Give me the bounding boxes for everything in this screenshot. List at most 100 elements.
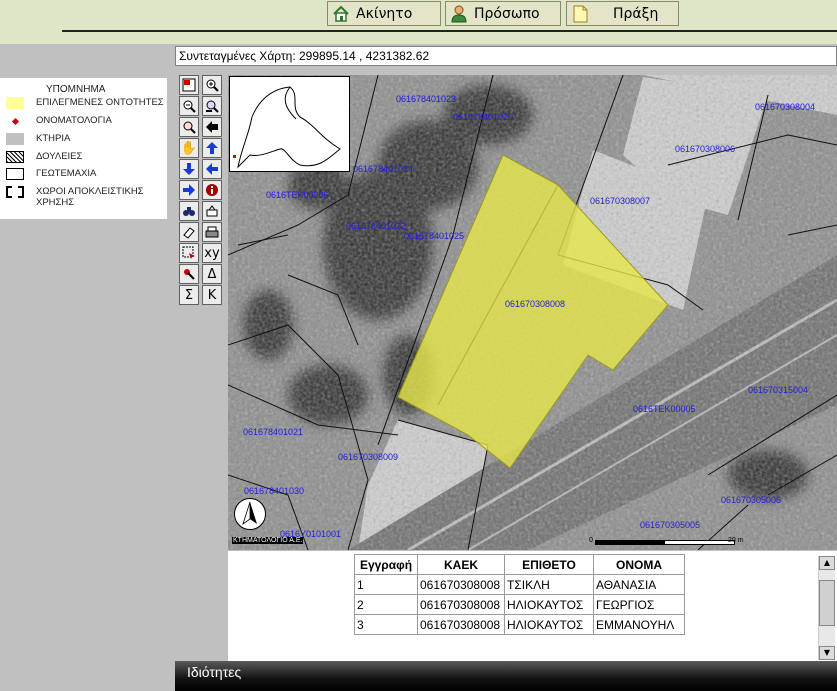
table-cell: ΗΛΙΟΚΑΥΤΟΣ [504,594,594,615]
scroll-up-icon[interactable]: ▲ [819,556,835,570]
table-cell: ΓΕΩΡΓΙΟΣ [593,594,685,615]
binoculars-icon[interactable] [179,201,199,221]
parcel-label[interactable]: 061670305005 [640,520,700,530]
properties-title: Ιδιότητες [187,664,242,680]
parcel-label[interactable]: 061678401022 [346,221,406,231]
map-coordinates-readout: Συντεταγμένες Χάρτη: 299895.14 , 4231382… [175,46,837,66]
table-header-row: Εγγραφή ΚΑΕΚ ΕΠΙΘΕΤΟ ΟΝΟΜΑ [354,554,685,575]
table-scrollbar[interactable]: ▲ ▼ [818,556,835,660]
table-row[interactable]: 2 061670308008 ΗΛΙΟΚΑΥΤΟΣ ΓΕΩΡΓΙΟΣ [354,594,685,615]
selected-swatch-icon [6,97,24,109]
table-row[interactable]: 1 061670308008 ΤΣΙΚΛΗ ΑΘΑΝΑΣΙΑ [354,574,685,595]
column-header: ΚΑΕΚ [417,554,505,575]
zoom-in-icon[interactable] [202,75,222,95]
legend-item-exclusive-use: ΧΩΡΟΙ ΑΠΟΚΛΕΙΣΤΙΚΗΣ ΧΡΗΣΗΣ [6,186,156,208]
pan-down-icon[interactable] [179,159,199,179]
parcel-label[interactable]: 0616ΤΕΚ00005 [633,404,696,414]
properties-bar[interactable]: Ιδιότητες [175,661,837,691]
sum-button[interactable]: Σ [179,285,199,305]
print-icon[interactable] [202,222,222,242]
legend-item-parcels: ΓΕΩΤΕΜΑΧΙΑ [6,168,96,180]
table-cell: 061670308008 [417,594,505,615]
scroll-down-icon[interactable]: ▼ [819,646,835,660]
property-button-label: Ακίνητο [356,5,413,22]
scale-bar [595,540,735,545]
hatch-swatch-icon [6,151,24,163]
table-cell: ΕΜΜΑΝΟΥΗΛ [593,614,685,635]
legend-item-buildings: ΚΤΗΡΙΑ [6,133,70,145]
building-swatch-icon [6,133,24,145]
dashed-swatch-icon [6,186,24,198]
column-header: ΟΝΟΜΑ [593,554,685,575]
column-header: ΕΠΙΘΕΤΟ [504,554,594,575]
zoom-extent-icon[interactable] [202,96,222,116]
table-cell: ΤΣΙΚΛΗ [504,574,594,595]
results-panel: Εγγραφή ΚΑΕΚ ΕΠΙΘΕΤΟ ΟΝΟΜΑ 1 06167030800… [228,551,837,661]
map-legend: ΥΠΟΜΝΗΜΑ ΕΠΙΛΕΓΜΕΝΕΣ ΟΝΤΟΤΗΤΕΣ ΟΝΟΜΑΤΟΛΟ… [0,78,167,219]
table-cell: 2 [354,594,418,615]
xy-coordinates-button[interactable]: xy [202,243,222,263]
person-button-label: Πρόσωπο [474,5,540,22]
parcel-label[interactable]: 061670308009 [338,452,398,462]
parcel-label[interactable]: 061678401025 [404,231,464,241]
legend-label: ΧΩΡΟΙ ΑΠΟΚΛΕΙΣΤΙΚΗΣ ΧΡΗΣΗΣ [36,186,144,208]
pan-up-icon[interactable] [202,138,222,158]
parcel-label[interactable]: 061678401023 [396,94,456,104]
legend-label: ΟΝΟΜΑΤΟΛΟΓΙΑ [36,115,112,126]
pan-right-icon[interactable] [179,180,199,200]
scroll-thumb[interactable] [819,580,835,626]
back-icon[interactable] [202,117,222,137]
parcel-label[interactable]: 0616ΤΕΚ00206 [266,190,329,200]
select-area-icon[interactable] [179,243,199,263]
person-icon [451,5,467,22]
table-cell: ΗΛΙΟΚΑΥΤΟΣ [504,614,594,635]
legend-item-selected: ΕΠΙΛΕΓΜΕΝΕΣ ΟΝΤΟΤΗΤΕΣ [6,97,164,109]
parcel-label[interactable]: 061670308006 [675,144,735,154]
legend-title: ΥΠΟΜΝΗΜΑ [46,84,106,95]
table-cell: 1 [354,574,418,595]
deed-button[interactable]: Πράξη [566,1,679,26]
property-button[interactable]: Ακίνητο [327,1,441,26]
overview-location-marker [233,155,236,158]
scale-start-label: 0 [589,537,593,544]
eraser-icon[interactable] [179,222,199,242]
parcel-label[interactable]: 061670308008 [505,299,565,309]
deed-button-label: Πράξη [613,5,659,22]
pan-left-icon[interactable] [202,159,222,179]
scale-end-label: 20 m [728,537,744,544]
kaek-button[interactable]: K [202,285,222,305]
measure-area-icon[interactable] [202,201,222,221]
parcel-label[interactable]: 061678401030 [244,486,304,496]
house-icon [333,5,349,22]
document-icon [573,5,588,22]
legend-label: ΕΠΙΛΕΓΜΕΝΕΣ ΟΝΤΟΤΗΤΕΣ [36,97,164,108]
table-cell: ΑΘΑΝΑΣΙΑ [593,574,685,595]
zoom-out-icon[interactable] [179,96,199,116]
map-view[interactable]: 061678401023 061678401020 061670308004 0… [228,75,837,550]
table-cell: 3 [354,614,418,635]
top-divider [62,30,837,32]
parcel-label[interactable]: 061678401021 [243,427,303,437]
north-arrow-icon [234,498,266,530]
person-button[interactable]: Πρόσωπο [445,1,561,26]
parcel-label[interactable]: 061670308007 [590,196,650,206]
parcel-label[interactable]: 061678401020 [453,112,513,122]
info-icon[interactable] [202,180,222,200]
legend-item-toponyms: ΟΝΟΜΑΤΟΛΟΓΙΑ [6,115,112,127]
parcel-swatch-icon [6,168,24,180]
table-row[interactable]: 3 061670308008 ΗΛΙΟΚΑΥΤΟΣ ΕΜΜΑΝΟΥΗΛ [354,614,685,635]
zoom-previous-icon[interactable] [179,117,199,137]
place-point-icon[interactable] [179,264,199,284]
triangle-measure-button[interactable]: Δ [202,264,222,284]
parcel-label[interactable]: 061670305006 [721,495,781,505]
owners-table: Εγγραφή ΚΑΕΚ ΕΠΙΘΕΤΟ ΟΝΟΜΑ 1 06167030800… [354,554,685,635]
select-rect-icon[interactable] [179,75,199,95]
parcel-label[interactable]: 061670315004 [748,385,808,395]
parcel-label[interactable]: 061678401024 [353,164,413,174]
legend-label: ΚΤΗΡΙΑ [36,133,71,144]
table-cell: 061670308008 [417,574,505,595]
parcel-label[interactable]: 061670308004 [755,102,815,112]
pan-hand-icon[interactable]: ✋ [179,138,199,158]
overview-map[interactable] [229,76,350,172]
top-navigation-bar: Ακίνητο Πρόσωπο Πράξη [0,0,837,44]
